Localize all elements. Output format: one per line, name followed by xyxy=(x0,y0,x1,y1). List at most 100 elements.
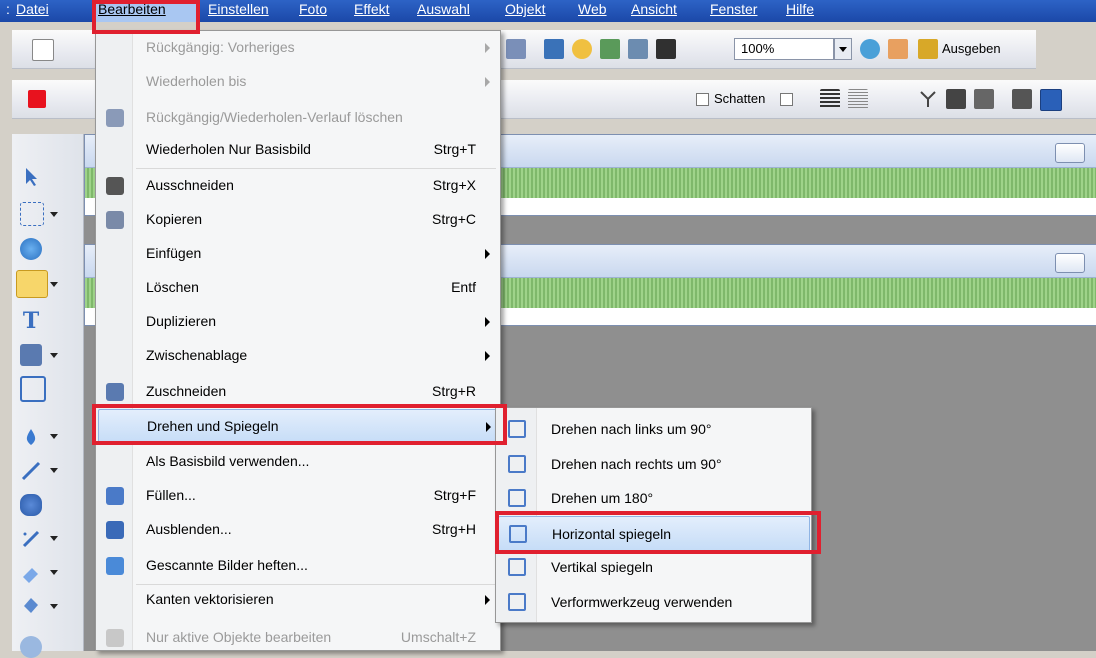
submenu-item-5[interactable]: Verformwerkzeug verwenden xyxy=(498,585,808,619)
globe-icon[interactable] xyxy=(860,39,880,59)
menu-effekt[interactable]: Effekt xyxy=(354,1,390,20)
dropper-tool-icon[interactable] xyxy=(20,426,42,448)
menu-foto[interactable]: Foto xyxy=(299,1,327,20)
text-tool-icon[interactable]: T xyxy=(20,310,42,332)
shadow-checkbox[interactable] xyxy=(696,93,709,106)
export-button[interactable]: Ausgeben xyxy=(942,41,1001,56)
airbrush-tool-icon[interactable] xyxy=(20,528,42,550)
chevron-down-icon[interactable] xyxy=(50,434,58,439)
photo-frame-icon[interactable] xyxy=(974,89,994,109)
flip-vertical-icon xyxy=(508,558,526,576)
export-icon xyxy=(918,39,938,59)
share-icon[interactable] xyxy=(888,39,908,59)
color-swatch[interactable] xyxy=(28,90,46,108)
menu-item-10[interactable]: Zuschneiden Strg+R xyxy=(98,375,498,409)
submenu-item-4[interactable]: Vertikal spiegeln xyxy=(498,550,808,584)
chevron-down-icon[interactable] xyxy=(50,212,58,217)
menu-item-17: Nur aktive Objekte bearbeiten Umschalt+Z xyxy=(98,621,498,655)
shape-tool-icon[interactable] xyxy=(20,238,42,260)
chevron-down-icon[interactable] xyxy=(50,282,58,287)
chevron-down-icon[interactable] xyxy=(50,604,58,609)
zoom-dropdown-button[interactable] xyxy=(834,38,852,60)
menu-ansicht[interactable]: Ansicht xyxy=(631,1,677,20)
menu-item-shortcut: Umschalt+Z xyxy=(400,629,476,645)
option-checkbox[interactable] xyxy=(780,93,793,106)
resize-tool-icon[interactable] xyxy=(20,376,46,402)
align-icon[interactable] xyxy=(820,89,840,109)
toolbar-icon-a[interactable] xyxy=(506,39,526,59)
menubar-grip: : xyxy=(6,1,10,17)
home-icon[interactable] xyxy=(1012,89,1032,109)
menu-datei[interactable]: Datei xyxy=(16,1,49,20)
chevron-down-icon[interactable] xyxy=(50,468,58,473)
zoom-field[interactable]: 100% xyxy=(734,38,834,60)
menu-item-14[interactable]: Ausblenden... Strg+H xyxy=(98,513,498,547)
lasso-tool-icon[interactable] xyxy=(16,270,48,298)
menu-item-label: Duplizieren xyxy=(146,313,217,329)
fill-tool-icon[interactable] xyxy=(20,594,42,616)
submenu-item-0[interactable]: Drehen nach links um 90° xyxy=(498,412,808,446)
brightness-icon[interactable] xyxy=(572,39,592,59)
clone-stamp-tool-icon[interactable] xyxy=(20,494,42,516)
submenu-arrow-icon xyxy=(485,351,490,361)
menu-item-shortcut: Strg+T xyxy=(433,141,476,157)
menu-item-6[interactable]: Einfügen xyxy=(98,237,498,271)
pointer-tool-icon[interactable] xyxy=(20,166,42,188)
menu-item-0: Rückgängig: Vorheriges xyxy=(98,31,498,65)
panel-toggle-icon[interactable] xyxy=(1040,89,1062,111)
menu-item-9[interactable]: Zwischenablage xyxy=(98,339,498,373)
submenu-item-2[interactable]: Drehen um 180° xyxy=(498,481,808,515)
monitor-icon[interactable] xyxy=(544,39,564,59)
submenu-item-3[interactable]: Horizontal spiegeln xyxy=(498,516,810,552)
menu-item-13[interactable]: Füllen... Strg+F xyxy=(98,479,498,513)
menu-einstellen[interactable]: Einstellen xyxy=(208,1,269,20)
chevron-down-icon xyxy=(839,47,847,52)
minimize-button[interactable] xyxy=(1055,143,1085,163)
menu-item-15[interactable]: Gescannte Bilder heften... xyxy=(98,549,498,583)
chevron-down-icon[interactable] xyxy=(50,536,58,541)
object-icon[interactable] xyxy=(946,89,966,109)
submenu-item-1[interactable]: Drehen nach rechts um 90° xyxy=(498,447,808,481)
minimize-button[interactable] xyxy=(1055,253,1085,273)
selection-tool-icon[interactable] xyxy=(20,202,44,226)
menu-web[interactable]: Web xyxy=(578,1,607,20)
menu-fenster[interactable]: Fenster xyxy=(710,1,757,20)
menu-auswahl[interactable]: Auswahl xyxy=(417,1,470,20)
menu-item-label: Wiederholen bis xyxy=(146,73,247,89)
zoom-tool-icon[interactable] xyxy=(20,636,42,658)
menu-item-2: Rückgängig/Wiederholen-Verlauf löschen xyxy=(98,101,498,135)
menu-bearbeiten[interactable]: Bearbeiten xyxy=(98,1,166,20)
eraser-tool-icon[interactable] xyxy=(20,562,42,584)
chevron-down-icon[interactable] xyxy=(50,570,58,575)
menu-objekt[interactable]: Objekt xyxy=(505,1,545,20)
submenu-arrow-icon xyxy=(485,249,490,259)
menu-item-12[interactable]: Als Basisbild verwenden... xyxy=(98,445,498,479)
chevron-down-icon[interactable] xyxy=(50,353,58,358)
menu-item-label: Gescannte Bilder heften... xyxy=(146,557,308,573)
texture-icon[interactable] xyxy=(848,89,868,109)
menu-item-1: Wiederholen bis xyxy=(98,65,498,99)
new-file-icon[interactable] xyxy=(32,39,54,61)
edit-menu: Rückgängig: Vorheriges Wiederholen bis Rüc… xyxy=(95,30,501,651)
merge-icon[interactable] xyxy=(918,89,938,109)
submenu-arrow-icon xyxy=(486,422,491,432)
history-clear-icon xyxy=(106,109,124,127)
menu-item-3[interactable]: Wiederholen Nur Basisbild Strg+T xyxy=(98,133,498,167)
menu-hilfe[interactable]: Hilfe xyxy=(786,1,814,20)
eyedropper-icon[interactable] xyxy=(656,39,676,59)
menu-item-8[interactable]: Duplizieren xyxy=(98,305,498,339)
menu-bar: : Datei Bearbeiten Einstellen Foto Effek… xyxy=(0,0,1096,22)
chart-icon[interactable] xyxy=(600,39,620,59)
menu-item-11[interactable]: Drehen und Spiegeln xyxy=(98,409,500,445)
menu-item-4[interactable]: Ausschneiden Strg+X xyxy=(98,169,498,203)
menu-item-label: Drehen und Spiegeln xyxy=(147,418,279,434)
menu-item-label: Wiederholen Nur Basisbild xyxy=(146,141,311,157)
submenu-item-label: Horizontal spiegeln xyxy=(552,526,672,542)
brush-tool-icon[interactable] xyxy=(20,460,42,482)
crop-tool-icon[interactable] xyxy=(20,344,42,366)
menu-item-7[interactable]: Löschen Entf xyxy=(98,271,498,305)
menu-item-16[interactable]: Kanten vektorisieren xyxy=(98,583,498,617)
menu-item-5[interactable]: Kopieren Strg+C xyxy=(98,203,498,237)
rotate-flip-submenu: Drehen nach links um 90° Drehen nach rech… xyxy=(495,407,812,623)
camera-icon[interactable] xyxy=(628,39,648,59)
